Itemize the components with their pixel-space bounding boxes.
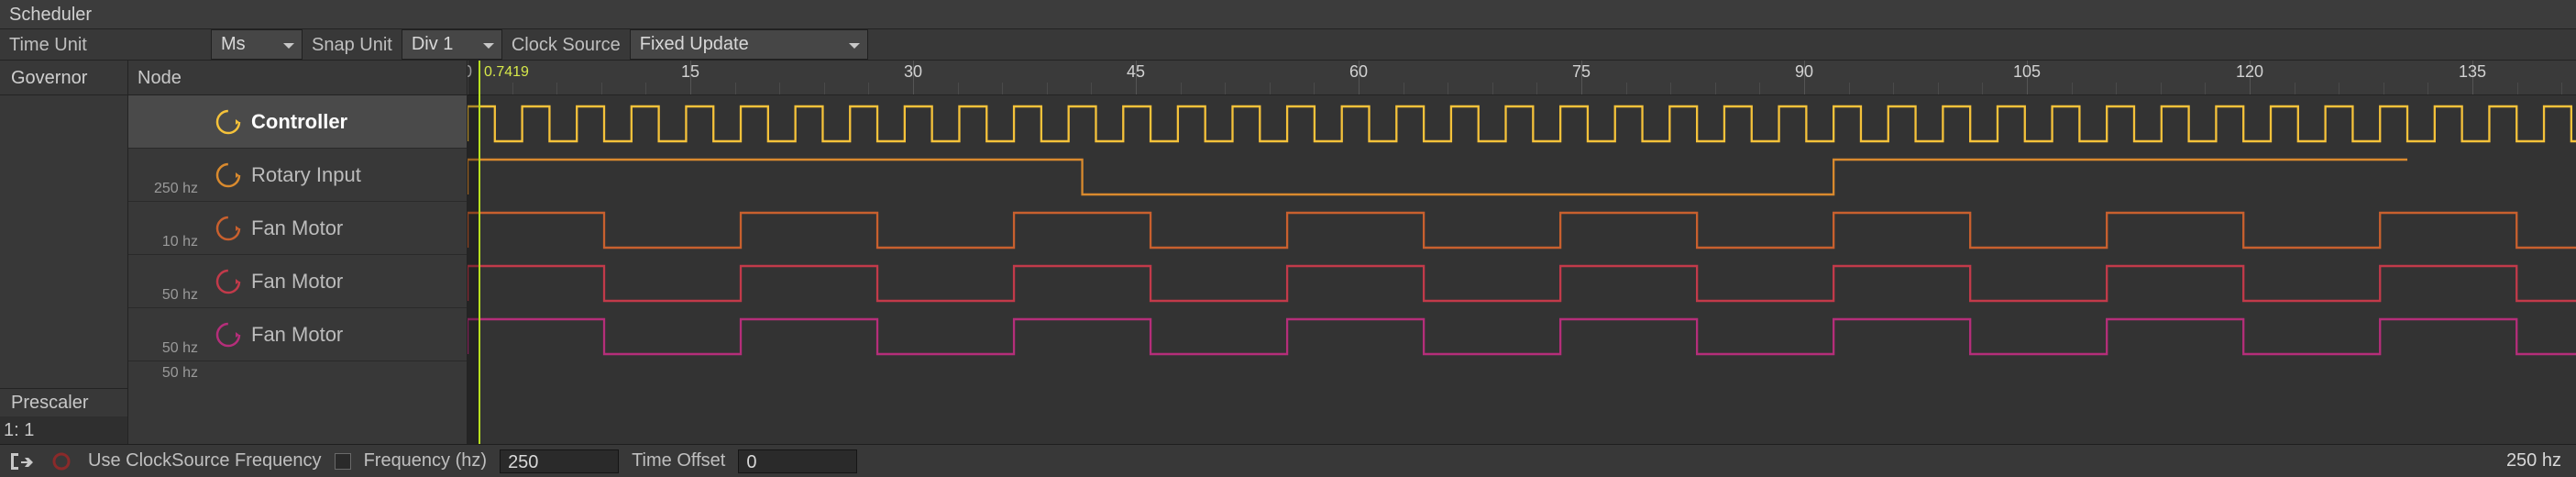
clock-source-dropdown[interactable]: Fixed Update bbox=[630, 29, 868, 60]
cycle-icon bbox=[211, 317, 246, 352]
timeline-cursor-label: 0.7419 bbox=[484, 64, 529, 81]
toolbar: Time Unit Ms Snap Unit Div 1 Clock Sourc… bbox=[0, 29, 2576, 61]
cycle-icon bbox=[211, 264, 246, 299]
node-hz bbox=[128, 144, 204, 148]
snap-unit-label: Snap Unit bbox=[303, 29, 402, 60]
ruler-tick-label: 90 bbox=[1795, 62, 1813, 82]
use-clocksource-freq-checkbox[interactable] bbox=[335, 453, 351, 470]
time-offset-input[interactable]: 0 bbox=[738, 449, 857, 473]
ruler-tick-label: 30 bbox=[904, 62, 922, 82]
prescaler-value[interactable]: 1: 1 bbox=[0, 416, 127, 444]
governor-header: Governor bbox=[0, 61, 127, 95]
clock-source-label: Clock Source bbox=[502, 29, 630, 60]
window-title: Scheduler bbox=[0, 0, 2576, 29]
cycle-icon bbox=[211, 158, 246, 193]
node-column: Node Controller 250 hz Rotary Input 10 hz Fa… bbox=[128, 61, 468, 444]
node-name: Controller bbox=[251, 110, 347, 134]
node-row[interactable]: 250 hz Rotary Input bbox=[128, 149, 467, 202]
node-row[interactable]: 50 hz Fan Motor bbox=[128, 308, 467, 361]
ruler-tick-label: 135 bbox=[2459, 62, 2486, 82]
cycle-icon bbox=[211, 211, 246, 246]
export-icon[interactable] bbox=[7, 449, 35, 473]
time-unit-dropdown[interactable]: Ms bbox=[211, 29, 303, 60]
node-row[interactable]: Controller bbox=[128, 95, 467, 149]
timeline[interactable]: 0 15 30 45 60 75 90 105 120 135 0.7419 bbox=[468, 61, 2576, 444]
node-name: Fan Motor bbox=[251, 323, 343, 347]
timeline-ruler[interactable]: 0 15 30 45 60 75 90 105 120 135 bbox=[468, 61, 2576, 95]
ruler-tick-label: 15 bbox=[681, 62, 699, 82]
timeline-lane bbox=[468, 202, 2576, 255]
cycle-icon bbox=[211, 105, 246, 139]
timeline-lane bbox=[468, 308, 2576, 361]
snap-unit-value: Div 1 bbox=[412, 34, 454, 55]
snap-unit-dropdown[interactable]: Div 1 bbox=[402, 29, 502, 60]
time-unit-value: Ms bbox=[221, 34, 246, 55]
prescaler-label: Prescaler bbox=[0, 389, 127, 416]
ruler-tick-label: 75 bbox=[1572, 62, 1591, 82]
ruler-tick-label: 120 bbox=[2236, 62, 2263, 82]
node-hz: 50 hz bbox=[128, 287, 204, 307]
node-hz: 50 hz bbox=[128, 340, 204, 361]
timeline-lane bbox=[468, 95, 2576, 149]
ruler-tick-label: 0 bbox=[468, 62, 472, 82]
frequency-label: Frequency (hz) bbox=[364, 450, 488, 471]
ruler-tick-label: 60 bbox=[1349, 62, 1368, 82]
time-unit-label: Time Unit bbox=[0, 29, 211, 60]
node-row[interactable]: 50 hz Fan Motor bbox=[128, 255, 467, 308]
use-clocksource-freq-label: Use ClockSource Frequency bbox=[88, 450, 322, 471]
timeline-lane bbox=[468, 149, 2576, 202]
node-name: Fan Motor bbox=[251, 270, 343, 294]
node-hz: 250 hz bbox=[128, 181, 204, 201]
ruler-tick-label: 105 bbox=[2013, 62, 2041, 82]
timeline-lane bbox=[468, 255, 2576, 308]
time-offset-label: Time Offset bbox=[632, 450, 725, 471]
node-name: Rotary Input bbox=[251, 163, 361, 187]
timeline-cursor[interactable] bbox=[479, 61, 480, 444]
node-name: Fan Motor bbox=[251, 216, 343, 240]
rate-display: 250 hz bbox=[2506, 450, 2569, 471]
node-header: Node bbox=[128, 61, 467, 95]
governor-column: Governor Prescaler 1: 1 bbox=[0, 61, 128, 444]
frequency-input[interactable]: 250 bbox=[500, 449, 619, 473]
record-icon[interactable] bbox=[48, 449, 75, 473]
node-row[interactable]: 10 hz Fan Motor bbox=[128, 202, 467, 255]
ruler-tick-label: 45 bbox=[1127, 62, 1145, 82]
node-hz: 10 hz bbox=[128, 234, 204, 254]
bottom-bar: Use ClockSource Frequency Frequency (hz)… bbox=[0, 444, 2576, 477]
clock-source-value: Fixed Update bbox=[640, 34, 749, 55]
node-hz: 50 hz bbox=[128, 365, 204, 385]
